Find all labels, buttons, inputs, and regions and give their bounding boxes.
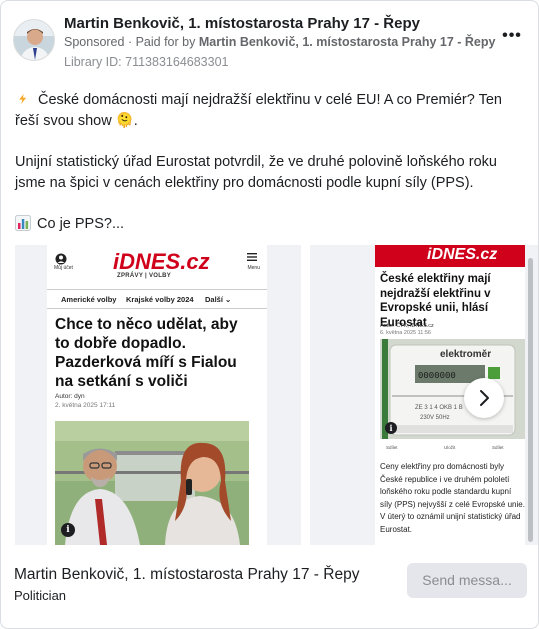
meter-label: elektroměr (440, 349, 491, 360)
paid-for-prefix: Paid for by (135, 35, 196, 49)
more-horizontal-icon: ••• (502, 27, 522, 44)
carousel-card-1[interactable]: Můj účet iDNES.cz ZPRÁVY | VOLBY Menu Am… (15, 245, 301, 545)
slide1-tab-1: Americké volby (61, 295, 117, 304)
ad-card: Martin Benkovič, 1. místostarosta Prahy … (0, 0, 539, 629)
library-id: Library ID: 711383164683301 (64, 55, 229, 69)
body-line-1: České domácnosti mají nejdražší elektřin… (15, 92, 502, 129)
lightning-emoji-icon (19, 94, 27, 104)
user-account-icon (55, 253, 67, 265)
body-paragraph-1: České domácnosti mají nejdražší elektřin… (15, 90, 515, 132)
footer-page-category: Politician (14, 588, 67, 603)
meter-digits: 0000000 (418, 371, 456, 381)
menu-label: Menu (247, 265, 260, 271)
bar-chart-emoji-icon (15, 215, 31, 231)
idnes-logo: iDNES.cz (113, 249, 210, 274)
slide1-subnav: ZPRÁVY | VOLBY (117, 273, 172, 279)
post-header: Martin Benkovič, 1. místostarosta Prahy … (13, 11, 526, 73)
slide1-tabs: Americké volby Krajské volby 2024 Další … (47, 289, 267, 309)
body-paragraph-3: Co je PPS?... (15, 214, 515, 235)
slide2-date: 6. května 2025 11:56 (380, 330, 431, 336)
meter-serial: ZE 3 1 4 OKB 1 B (415, 405, 463, 411)
slide2-author: Autor: ČTK, iDNES.cz (380, 323, 434, 329)
slide1-author: Autor: dyn (55, 393, 85, 400)
dot-separator: · (127, 35, 136, 49)
slide1-site-header: Můj účet iDNES.cz ZPRÁVY | VOLBY Menu (47, 245, 267, 289)
slide1-tab-3: Další ⌄ (205, 295, 232, 304)
body-line-3[interactable]: Co je PPS?... (37, 216, 124, 232)
slide2-article-text: Ceny elektřiny pro domácnosti byly České… (380, 462, 525, 534)
chevron-right-icon (480, 390, 489, 406)
sponsored-label[interactable]: Sponsored (64, 35, 124, 49)
slide2-action-1: Sdílet (386, 445, 398, 450)
account-label: Můj účet (54, 265, 73, 271)
slide2-action-2: Uložit (444, 445, 456, 450)
post-body: České domácnosti mají nejdražší elektřin… (15, 90, 515, 255)
carousel-scrollbar[interactable] (527, 256, 534, 546)
footer-page-name[interactable]: Martin Benkovič, 1. místostarosta Prahy … (14, 566, 359, 584)
slide1-date: 2. května 2025 17:11 (55, 402, 116, 409)
body-paragraph-2: Unijní statistický úřad Eurostat potvrdi… (15, 154, 497, 191)
page-avatar[interactable] (13, 19, 55, 61)
slide1-tab-2: Krajské volby 2024 (126, 295, 194, 304)
hamburger-menu-icon (247, 253, 257, 261)
scrollbar-thumb[interactable] (528, 258, 533, 542)
idnes-logo-white: iDNES.cz (427, 246, 498, 263)
page-name[interactable]: Martin Benkovič, 1. místostarosta Prahy … (64, 15, 420, 32)
meter-serial-2: 230V 50Hz (420, 415, 450, 421)
slide2-site-header: iDNES.cz (375, 245, 525, 267)
send-message-button[interactable]: Send messa... (407, 563, 527, 598)
slide1-article-screenshot: Můj účet iDNES.cz ZPRÁVY | VOLBY Menu Am… (47, 245, 267, 545)
slide2-actions: Sdílet Uložit Sdílet (380, 444, 525, 458)
sponsored-line: Sponsored · Paid for by Martin Benkovič,… (64, 35, 495, 49)
slide1-info-icon[interactable]: i (61, 523, 75, 537)
carousel-next-button[interactable] (464, 378, 504, 418)
image-carousel: Můj účet iDNES.cz ZPRÁVY | VOLBY Menu Am… (1, 245, 538, 545)
more-options-button[interactable]: ••• (498, 27, 526, 49)
paid-for-name[interactable]: Martin Benkovič, 1. místostarosta Prahy … (199, 35, 496, 49)
slide2-headline: České elektřiny mají nejdražší elektřinu… (380, 273, 491, 329)
slide2-action-3: Sdílet (492, 445, 504, 450)
slide1-article-photo: i (55, 421, 249, 545)
slide2-info-icon[interactable]: i (385, 422, 397, 434)
slide1-headline: Chce to něco udělat, aby to dobře dopadl… (55, 316, 238, 390)
